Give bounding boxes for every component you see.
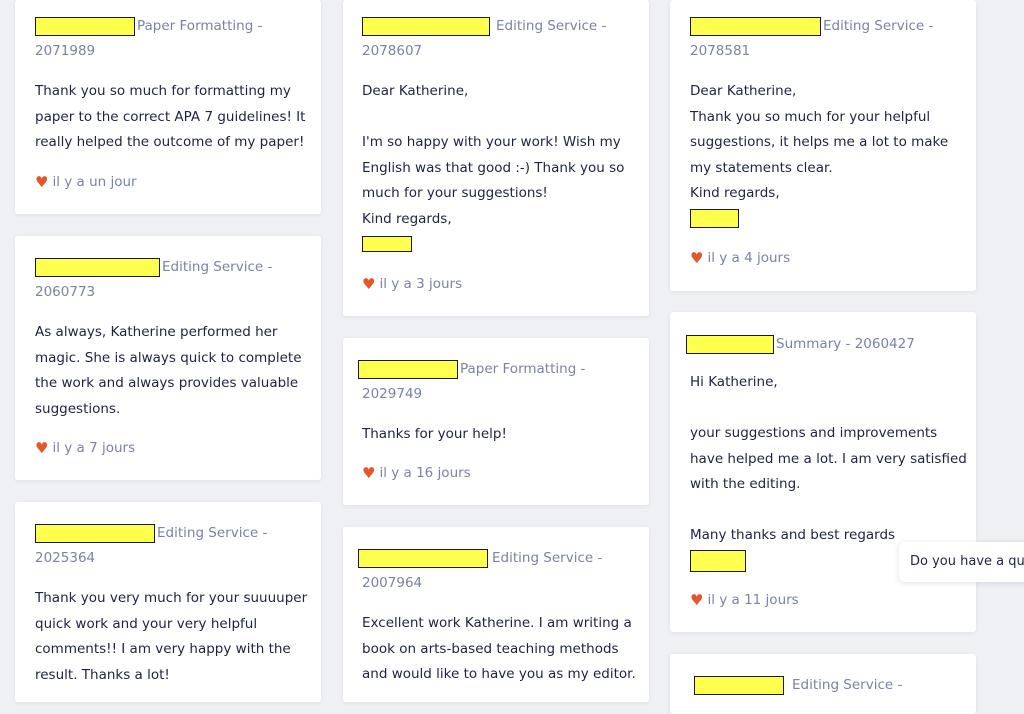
service-type: Editing Service - bbox=[496, 18, 607, 34]
review-date: ♥ il y a un jour bbox=[35, 172, 137, 191]
order-number: 2025364 bbox=[35, 550, 96, 566]
redacted-name bbox=[358, 548, 488, 568]
review-header: Editing Service - 2025364 bbox=[35, 521, 267, 571]
redacted-name bbox=[690, 16, 821, 36]
service-type: Editing Service - bbox=[492, 550, 603, 566]
heart-icon: ♥ bbox=[362, 274, 376, 293]
review-date: ♥ il y a 7 jours bbox=[35, 438, 136, 457]
heart-icon: ♥ bbox=[690, 248, 704, 267]
review-date: ♥ il y a 11 jours bbox=[690, 590, 799, 609]
review-text: Dear Katherine, I'm so happy with your w… bbox=[362, 79, 624, 258]
service-type: Editing Service - bbox=[157, 525, 268, 541]
review-header: Editing Service - 2078581 bbox=[690, 14, 933, 64]
review-text: Thank you so much for formatting my pape… bbox=[35, 83, 306, 150]
review-card: Summary - 2060427 Hi Katherine, your sug… bbox=[670, 312, 976, 632]
review-card: Editing Service - bbox=[670, 654, 976, 714]
redacted-name bbox=[686, 334, 774, 354]
redacted-name bbox=[35, 523, 155, 543]
review-card: Editing Service - 2078607 Dear Katherine… bbox=[343, 0, 649, 316]
heart-icon: ♥ bbox=[35, 172, 49, 191]
review-header: Editing Service - 2060773 bbox=[35, 255, 272, 305]
redacted-name bbox=[35, 257, 160, 277]
review-card: Paper Formatting - 2071989 Thank you so … bbox=[15, 0, 321, 214]
heart-icon: ♥ bbox=[690, 590, 704, 609]
review-date: ♥ il y a 4 jours bbox=[690, 248, 791, 267]
review-card: Editing Service - 2078581 Dear Katherine… bbox=[670, 0, 976, 291]
review-text: Excellent work Katherine. I am writing a… bbox=[362, 615, 636, 682]
review-header: Paper Formatting - 2071989 bbox=[35, 14, 262, 64]
review-text: Thanks for your help! bbox=[362, 426, 507, 442]
review-date: ♥ il y a 16 jours bbox=[362, 463, 471, 482]
review-card: Editing Service - 2025364 Thank you very… bbox=[15, 502, 321, 702]
service-type: Summary - 2060427 bbox=[776, 336, 915, 352]
review-header: Editing Service - 2078607 bbox=[362, 14, 606, 64]
service-type: Editing Service - bbox=[162, 259, 273, 275]
redacted-name bbox=[35, 16, 135, 36]
heart-icon: ♥ bbox=[362, 463, 376, 482]
heart-icon: ♥ bbox=[35, 438, 49, 457]
review-text: As always, Katherine performed her magic… bbox=[35, 324, 302, 417]
service-type: Paper Formatting - bbox=[460, 361, 586, 377]
redacted-signature bbox=[690, 209, 739, 228]
redacted-signature bbox=[690, 549, 746, 572]
service-type: Editing Service - bbox=[823, 18, 934, 34]
review-header: Editing Service - 2007964 bbox=[358, 546, 602, 596]
service-type: Editing Service - bbox=[792, 677, 903, 693]
service-type: Paper Formatting - bbox=[137, 18, 263, 34]
chat-prompt[interactable]: Do you have a que bbox=[899, 542, 1024, 582]
order-number: 2060773 bbox=[35, 284, 96, 300]
order-number: 2078607 bbox=[362, 43, 423, 59]
review-card: Editing Service - 2060773 As always, Kat… bbox=[15, 236, 321, 480]
redacted-name bbox=[358, 359, 458, 379]
order-number: 2007964 bbox=[362, 575, 423, 591]
review-text: Dear Katherine, Thank you so much for yo… bbox=[690, 79, 948, 232]
redacted-signature bbox=[362, 236, 412, 252]
review-card: Editing Service - 2007964 Excellent work… bbox=[343, 527, 649, 702]
order-number: 2029749 bbox=[362, 386, 423, 402]
review-text: Thank you very much for your suuuuper qu… bbox=[35, 590, 308, 683]
review-header: Editing Service - bbox=[694, 673, 902, 698]
order-number: 2071989 bbox=[35, 43, 96, 59]
order-number: 2078581 bbox=[690, 43, 751, 59]
redacted-name bbox=[362, 16, 490, 36]
review-date: ♥ il y a 3 jours bbox=[362, 274, 463, 293]
review-header: Paper Formatting - 2029749 bbox=[358, 357, 585, 407]
review-header: Summary - 2060427 bbox=[686, 332, 915, 357]
review-card: Paper Formatting - 2029749 Thanks for yo… bbox=[343, 338, 649, 505]
